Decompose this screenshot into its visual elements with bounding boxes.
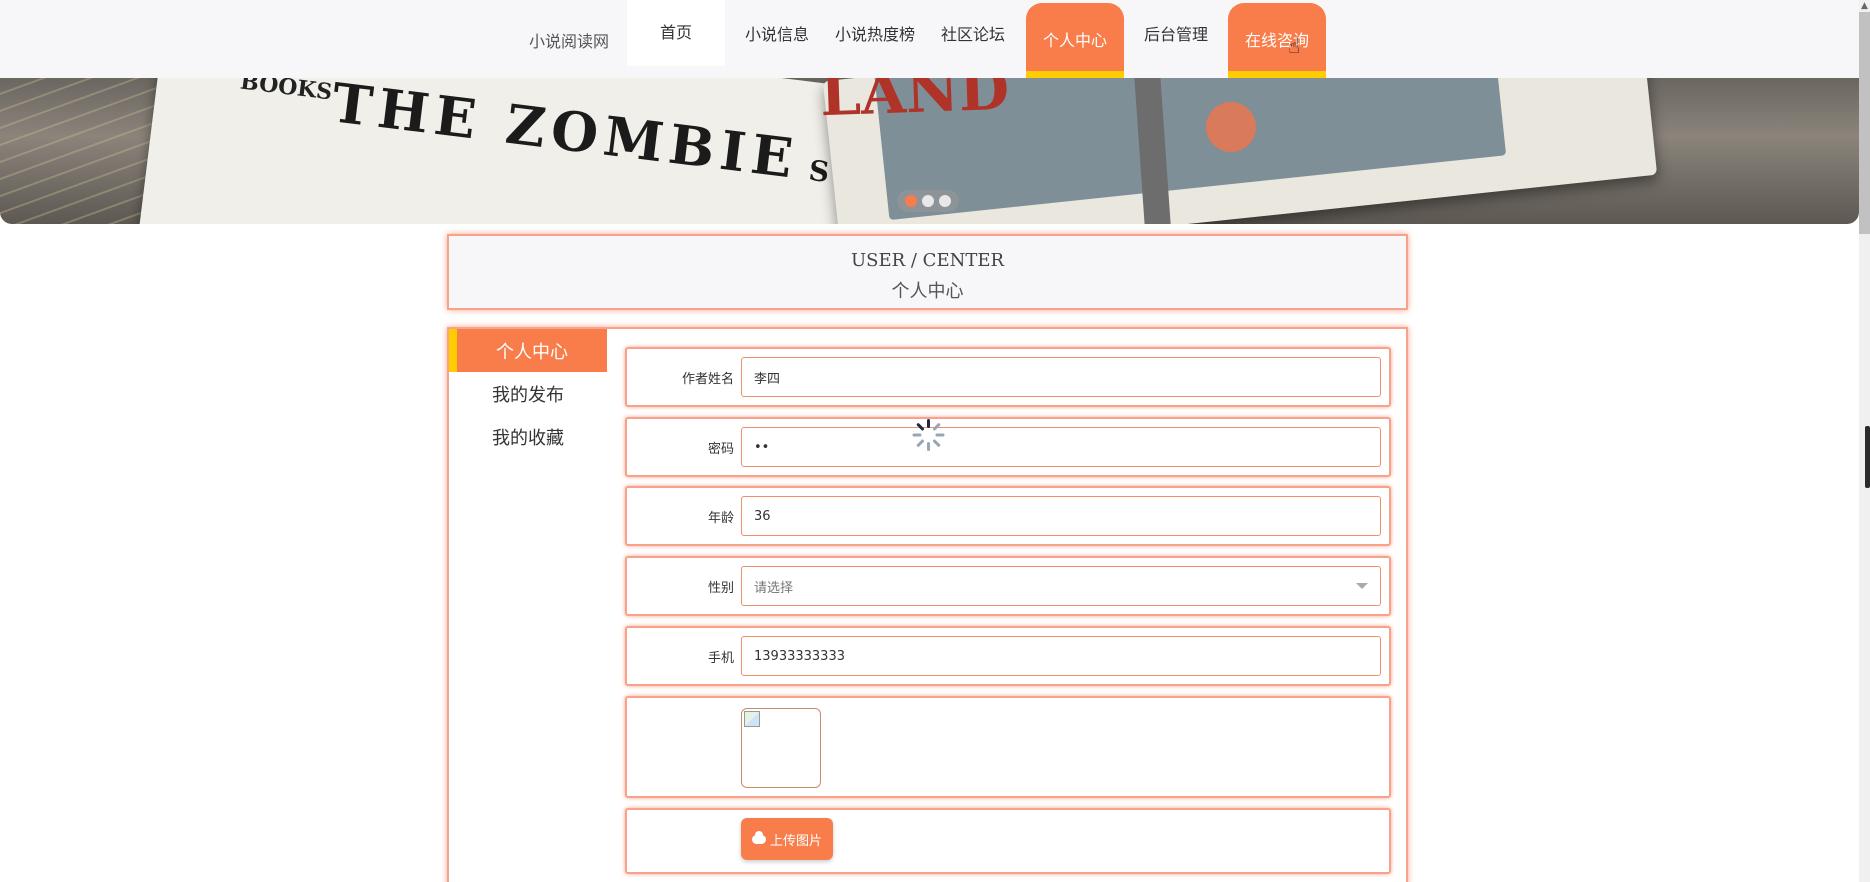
spinner-tick [927,419,930,428]
form-row-password: 密码 •• [625,417,1391,477]
password-label: 密码 [707,441,734,457]
carousel-indicators [897,190,959,212]
form-row-phone: 手机 13933333333 [625,626,1391,686]
nav-home-label: 首页 [659,23,692,42]
nav-home[interactable]: 首页 [627,0,725,66]
chevron-down-icon [1356,583,1368,589]
site-name[interactable]: 小说阅读网 [529,28,609,52]
spinner-tick [932,422,941,432]
gender-label: 性别 [707,580,734,596]
spinner-tick [935,433,945,437]
scroll-up-arrow-icon[interactable]: ▲ [1859,0,1870,12]
nav-online-consult[interactable]: 在线咨询 [1228,3,1326,79]
header-title-cn: 个人中心 [891,281,964,302]
carousel-dot-3[interactable] [938,195,951,207]
header-title-en: USER / CENTER [850,250,1005,271]
page-scroll-indicator [1865,426,1870,488]
gender-select-value: 请选择 [754,580,794,596]
top-navigation: 小说阅读网 首页 小说信息 小说热度榜 社区论坛 个人中心 后台管理 在线咨询 [0,0,1859,79]
form-row-avatar [625,696,1391,798]
phone-field[interactable]: 13933333333 [741,636,1381,676]
upload-image-button[interactable]: 上传图片 [741,818,833,860]
spinner-tick [916,422,925,432]
phone-label: 手机 [707,650,734,666]
age-field[interactable]: 36 [741,496,1381,536]
avatar-preview[interactable] [741,708,821,788]
spinner-tick [916,438,925,448]
user-center-header: USER / CENTER 个人中心 [447,234,1408,310]
nav-forum-label: 社区论坛 [940,25,1005,44]
carousel-dot-1[interactable] [905,195,918,207]
sidebar-item-label: 我的发布 [492,384,564,406]
broken-image-icon [744,711,760,727]
nav-user-center[interactable]: 个人中心 [1026,3,1124,79]
form-row-gender: 性别 请选择 [625,556,1391,616]
hand-pointer-icon: ☝ [1288,34,1301,58]
upload-image-label: 上传图片 [769,833,822,849]
sidebar-item-my-posts[interactable]: 我的发布 [449,372,607,415]
name-field[interactable]: 李四 [741,357,1381,397]
nav-admin-label: 后台管理 [1143,25,1208,44]
user-center-panel: 个人中心 我的发布 我的收藏 作者姓名 李四 密码 •• 年龄 36 性别 请选… [447,327,1408,882]
spinner-tick [932,438,941,448]
spinner-icon [910,417,946,453]
nav-forum[interactable]: 社区论坛 [934,0,1012,70]
sidebar-item-label: 我的收藏 [492,427,564,449]
form-row-name: 作者姓名 李四 [625,347,1391,407]
sidebar: 个人中心 我的发布 我的收藏 [449,329,607,458]
banner-red-title: LAND [818,78,1011,130]
nav-novel-info[interactable]: 小说信息 [737,0,817,70]
nav-admin[interactable]: 后台管理 [1136,0,1216,70]
nav-user-center-label: 个人中心 [1042,31,1107,50]
banner-logo-badge [1206,102,1256,152]
sidebar-item-label: 个人中心 [496,341,568,363]
nav-hot-ranking-label: 小说热度榜 [834,25,915,44]
name-label: 作者姓名 [681,371,734,387]
gender-select[interactable]: 请选择 [741,566,1381,606]
sidebar-item-my-favorites[interactable]: 我的收藏 [449,415,607,458]
form-row-upload: 上传图片 [625,808,1391,874]
age-label: 年龄 [707,510,734,526]
carousel-dot-2[interactable] [921,195,934,207]
form-row-age: 年龄 36 [625,486,1391,546]
cloud-upload-icon [751,830,766,844]
password-field[interactable]: •• [741,427,1381,467]
scrollbar-thumb[interactable] [1859,12,1870,234]
nav-novel-info-label: 小说信息 [744,25,809,44]
sidebar-item-user-center[interactable]: 个人中心 [449,329,607,372]
nav-hot-ranking[interactable]: 小说热度榜 [830,0,920,70]
spinner-tick [927,442,930,451]
spinner-tick [912,433,922,437]
